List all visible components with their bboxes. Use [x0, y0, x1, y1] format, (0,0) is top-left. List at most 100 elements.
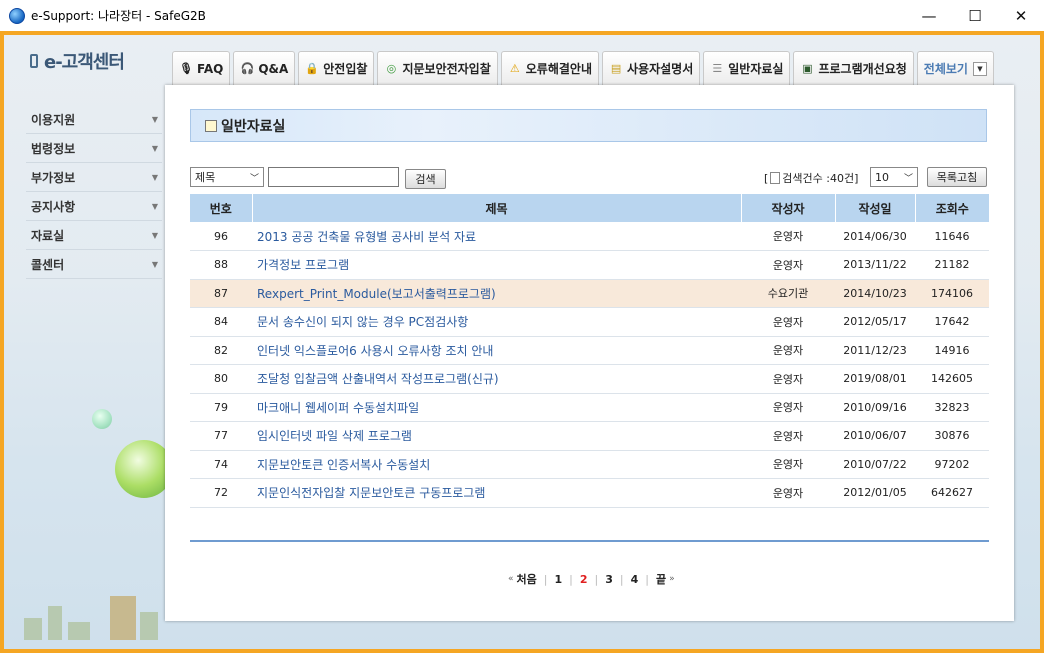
column-header-date[interactable]: 작성일 [835, 194, 916, 222]
cell-views: 97202 [934, 457, 970, 471]
cell-views: 32823 [934, 400, 970, 414]
sidebar-item-usage-support[interactable]: 이용지원 ▼ [26, 105, 162, 134]
cell-number: 77 [214, 429, 228, 443]
first-page-link[interactable]: 처음 [517, 571, 537, 587]
table-row[interactable]: 88 가격정보 프로그램 운영자 2013/11/22 21182 [190, 251, 989, 280]
result-count-bracket: [ [764, 171, 769, 185]
result-count: [ 검색건수 :40건] [764, 170, 858, 186]
page-link-3[interactable]: 3 [605, 573, 613, 586]
page-link-4[interactable]: 4 [631, 573, 639, 586]
maximize-button[interactable]: ☐ [952, 0, 998, 31]
post-link[interactable]: 인터넷 익스플로어6 사용시 오류사항 조치 안내 [257, 344, 493, 358]
manual-icon: ▤ [610, 62, 622, 75]
search-field-select[interactable]: 제목 ﹀ [190, 167, 264, 187]
section-title: 일반자료실 [221, 118, 286, 135]
column-header-number[interactable]: 번호 [190, 194, 253, 222]
table-row-highlighted[interactable]: 87 Rexpert_Print_Module(보고서출력프로그램) 수요기관 … [190, 279, 989, 308]
table-row[interactable]: 74 지문보안토큰 인증서복사 수동설치 운영자 2010/07/22 9720… [190, 450, 989, 479]
table-row[interactable]: 84 문서 송수신이 되지 않는 경우 PC점검사항 운영자 2012/05/1… [190, 308, 989, 336]
sidebar-item-call-center[interactable]: 콜센터 ▼ [26, 250, 162, 279]
post-link[interactable]: 임시인터넷 파일 삭제 프로그램 [257, 429, 412, 443]
balloon-illustration [92, 409, 112, 429]
cell-date: 2010/09/16 [843, 400, 907, 414]
phone-icon [30, 54, 38, 68]
table-header-row: 번호 제목 작성자 작성일 조회수 [190, 194, 989, 222]
tab-view-all[interactable]: 전체보기 ▼ [916, 51, 994, 85]
cell-views: 11646 [934, 229, 970, 243]
tab-label: Q&A [258, 61, 289, 76]
last-page-link[interactable]: 끝 [656, 571, 666, 587]
table-bottom-border [190, 540, 989, 542]
table-row[interactable]: 77 임시인터넷 파일 삭제 프로그램 운영자 2010/06/07 30876 [190, 422, 989, 451]
page-link-1[interactable]: 1 [554, 573, 562, 586]
post-link[interactable]: 가격정보 프로그램 [257, 258, 349, 272]
table-row[interactable]: 79 마크애니 웹세이퍼 수동설치파일 운영자 2010/09/16 32823 [190, 393, 989, 422]
post-link[interactable]: 지문인식전자입찰 지문보안토큰 구동프로그램 [257, 486, 485, 500]
sidebar-menu: 이용지원 ▼ 법령정보 ▼ 부가정보 ▼ 공지사항 ▼ 자료실 ▼ 콜센터 ▼ [26, 105, 162, 279]
column-header-views[interactable]: 조회수 [915, 194, 989, 222]
cell-author: 운영자 [772, 486, 804, 500]
table-row[interactable]: 82 인터넷 익스플로어6 사용시 오류사항 조치 안내 운영자 2011/12… [190, 336, 989, 365]
table-row[interactable]: 96 2013 공공 건축물 유형별 공사비 분석 자료 운영자 2014/06… [190, 222, 989, 251]
cell-views: 174106 [931, 286, 973, 300]
cell-date: 2012/05/17 [843, 315, 907, 329]
pager-divider: | [594, 572, 599, 586]
warning-icon: ⚠ [509, 62, 520, 75]
sidebar-item-extra-info[interactable]: 부가정보 ▼ [26, 163, 162, 192]
tab-faq[interactable]: 🎙 FAQ [172, 51, 231, 85]
search-input[interactable] [268, 167, 399, 187]
post-link[interactable]: 마크애니 웹세이퍼 수동설치파일 [257, 401, 419, 415]
cell-author: 운영자 [772, 344, 804, 358]
post-link[interactable]: Rexpert_Print_Module(보고서출력프로그램) [257, 287, 496, 301]
window-title: e-Support: 나라장터 - SafeG2B [31, 9, 206, 23]
tab-improvement-request[interactable]: ▣ 프로그램개선요청 [793, 51, 914, 85]
cell-title: 마크애니 웹세이퍼 수동설치파일 [252, 393, 741, 422]
post-link[interactable]: 조달청 입찰금액 산출내역서 작성프로그램(신규) [257, 372, 499, 386]
sidebar-item-notices[interactable]: 공지사항 ▼ [26, 192, 162, 221]
cell-author: 운영자 [772, 315, 804, 329]
cell-date: 2019/08/01 [843, 372, 907, 386]
dropdown-icon[interactable]: ▼ [972, 61, 987, 76]
page-size-select[interactable]: 10 ﹀ [870, 167, 918, 187]
column-header-title[interactable]: 제목 [252, 194, 742, 222]
cell-title: 조달청 입찰금액 산출내역서 작성프로그램(신규) [252, 365, 741, 394]
cell-title: 임시인터넷 파일 삭제 프로그램 [252, 422, 741, 451]
tab-fingerprint-bidding[interactable]: ◎ 지문보안전자입찰 [377, 51, 498, 85]
lock-icon: 🔒 [305, 62, 320, 75]
window-titlebar: e-Support: 나라장터 - SafeG2B — ☐ ✕ [0, 0, 1044, 31]
column-header-author[interactable]: 작성자 [741, 194, 836, 222]
cell-title: 가격정보 프로그램 [252, 251, 741, 280]
cell-views: 17642 [934, 315, 970, 329]
close-button[interactable]: ✕ [998, 0, 1044, 31]
sidebar-item-law-info[interactable]: 법령정보 ▼ [26, 134, 162, 163]
page-link-2-current[interactable]: 2 [580, 573, 588, 586]
tab-qna[interactable]: 🎧 Q&A [233, 51, 296, 85]
tab-safe-bidding[interactable]: 🔒 안전입찰 [298, 51, 375, 85]
ie-globe-icon [9, 7, 25, 24]
cell-views: 14916 [934, 343, 970, 357]
chevron-down-icon: ▼ [151, 172, 158, 182]
cell-date: 2014/10/23 [843, 286, 907, 300]
main-panel: 일반자료실 제목 ﹀ 검색 [ 검색건수 :40건] 10 ﹀ 목록고침 번호 … [165, 85, 1014, 621]
database-icon: ☰ [712, 62, 723, 75]
screen-icon: ▣ [802, 62, 813, 75]
sidebar-item-label: 법령정보 [31, 141, 76, 156]
document-icon [770, 172, 781, 184]
post-link[interactable]: 문서 송수신이 되지 않는 경우 PC점검사항 [257, 315, 468, 329]
refresh-list-button[interactable]: 목록고침 [927, 167, 987, 187]
logo[interactable]: e-고객센터 [30, 48, 125, 74]
cell-number: 74 [214, 457, 228, 471]
post-link[interactable]: 지문보안토큰 인증서복사 수동설치 [257, 458, 430, 472]
top-tabs: 🎙 FAQ 🎧 Q&A 🔒 안전입찰 ◎ 지문보안전자입찰 ⚠ 오류해결안내 ▤… [172, 51, 997, 87]
table-row[interactable]: 80 조달청 입찰금액 산출내역서 작성프로그램(신규) 운영자 2019/08… [190, 365, 989, 394]
tab-general-library[interactable]: ☰ 일반자료실 [703, 51, 791, 85]
search-button[interactable]: 검색 [405, 169, 446, 189]
table-row[interactable]: 72 지문인식전자입찰 지문보안토큰 구동프로그램 운영자 2012/01/05… [190, 479, 989, 507]
minimize-button[interactable]: — [906, 0, 952, 31]
tab-user-manual[interactable]: ▤ 사용자설명서 [602, 51, 701, 85]
cell-author: 수요기관 [767, 287, 809, 301]
sidebar-item-library[interactable]: 자료실 ▼ [26, 221, 162, 250]
page-size-value: 10 [875, 170, 889, 184]
tab-error-guide[interactable]: ⚠ 오류해결안내 [500, 51, 600, 85]
post-link[interactable]: 2013 공공 건축물 유형별 공사비 분석 자료 [257, 230, 476, 244]
